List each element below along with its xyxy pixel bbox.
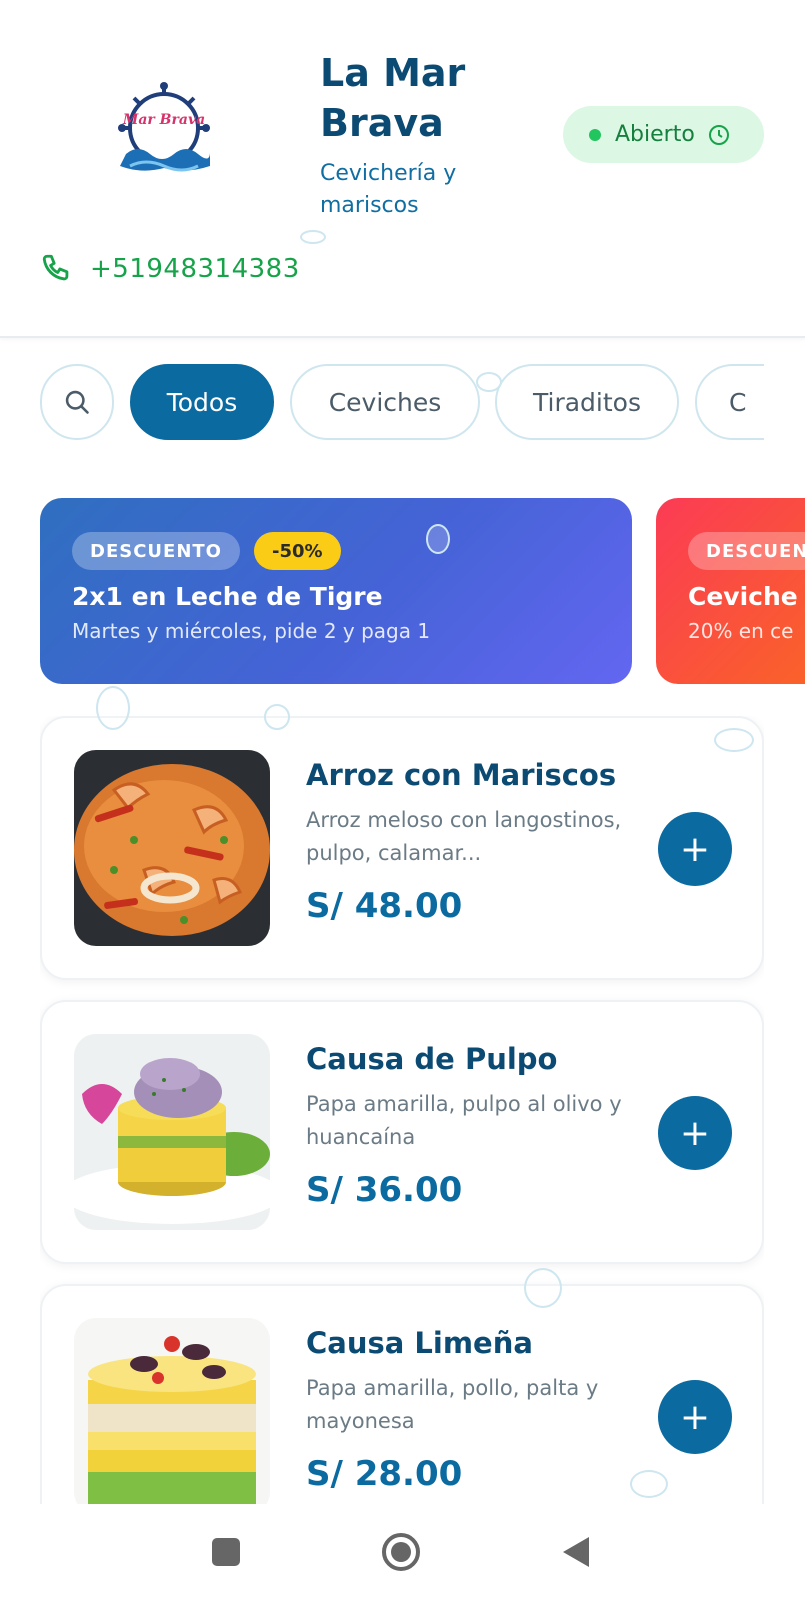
status-label: Abierto xyxy=(615,122,695,147)
dish-card[interactable]: Arroz con Mariscos Arroz meloso con lang… xyxy=(40,716,764,980)
promo-description: 20% en ce xyxy=(688,619,794,643)
dish-image xyxy=(74,1318,270,1504)
system-navigation-bar xyxy=(0,1504,805,1600)
back-icon xyxy=(563,1537,589,1567)
promo-title: 2x1 en Leche de Tigre xyxy=(72,582,383,611)
dish-name: Arroz con Mariscos xyxy=(306,758,617,792)
promo-carousel: DESCUENTO -50% 2x1 en Leche de Tigre Mar… xyxy=(40,498,805,684)
tab-more[interactable]: C xyxy=(695,364,764,440)
dish-list: Arroz con Mariscos Arroz meloso con lang… xyxy=(40,716,764,1504)
phone-number: +51948314383 xyxy=(90,254,300,284)
dish-price: S/ 28.00 xyxy=(306,1454,463,1494)
recents-icon xyxy=(212,1538,240,1566)
tab-ceviches[interactable]: Ceviches xyxy=(290,364,480,440)
dish-card[interactable]: Causa Limeña Papa amarilla, pollo, palta… xyxy=(40,1284,764,1504)
restaurant-name: La Mar Brava xyxy=(320,51,466,145)
promo-card[interactable]: DESCUENTO -50% 2x1 en Leche de Tigre Mar… xyxy=(40,498,632,684)
dish-image xyxy=(74,1034,270,1230)
dish-card[interactable]: Causa de Pulpo Papa amarilla, pulpo al o… xyxy=(40,1000,764,1264)
add-to-cart-button[interactable]: + xyxy=(658,1096,732,1170)
tab-tiraditos[interactable]: Tiraditos xyxy=(495,364,679,440)
restaurant-header: Mar Brava La Mar Brava Cevichería y mari… xyxy=(0,0,805,338)
logo-text: Mar Brava xyxy=(122,112,205,128)
dish-description: Papa amarilla, pollo, palta y mayonesa xyxy=(306,1376,599,1433)
promo-card[interactable]: DESCUEN Ceviche 20% en ce xyxy=(656,498,805,684)
promo-tag: DESCUEN xyxy=(688,532,805,570)
clock-icon xyxy=(708,124,729,145)
promo-tag: DESCUENTO xyxy=(72,532,240,570)
phone-icon xyxy=(42,254,69,281)
dish-name: Causa Limeña xyxy=(306,1326,533,1360)
home-button[interactable] xyxy=(381,1532,421,1572)
home-icon xyxy=(382,1533,420,1571)
dish-price: S/ 48.00 xyxy=(306,886,463,926)
discount-badge: -50% xyxy=(253,532,341,570)
category-filter-bar: Todos Ceviches Tiraditos C xyxy=(40,364,764,444)
tab-todos[interactable]: Todos xyxy=(130,364,274,440)
add-to-cart-button[interactable]: + xyxy=(658,1380,732,1454)
dish-description: Arroz meloso con langostinos, pulpo, cal… xyxy=(306,808,622,865)
restaurant-logo: Mar Brava xyxy=(116,82,212,182)
restaurant-subtitle: Cevichería y mariscos xyxy=(320,161,457,218)
phone-link[interactable]: +51948314383 xyxy=(40,252,300,286)
search-button[interactable] xyxy=(40,364,114,440)
status-dot xyxy=(589,128,601,141)
add-to-cart-button[interactable]: + xyxy=(658,812,732,886)
recents-button[interactable] xyxy=(206,1532,246,1572)
back-button[interactable] xyxy=(556,1532,596,1572)
dish-price: S/ 36.00 xyxy=(306,1170,463,1210)
search-icon xyxy=(65,390,89,414)
dish-description: Papa amarilla, pulpo al olivo y huancaín… xyxy=(306,1092,622,1149)
status-badge[interactable]: Abierto xyxy=(563,106,764,163)
dish-image xyxy=(74,750,270,946)
promo-description: Martes y miércoles, pide 2 y paga 1 xyxy=(72,619,431,643)
promo-title: Ceviche xyxy=(688,582,798,611)
dish-name: Causa de Pulpo xyxy=(306,1042,558,1076)
